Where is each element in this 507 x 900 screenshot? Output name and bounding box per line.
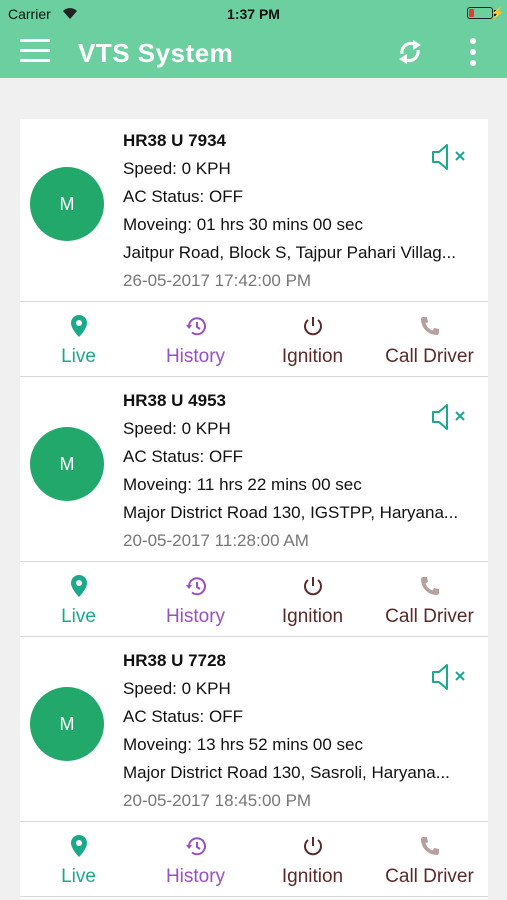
- power-icon: [303, 577, 322, 596]
- vehicle-list: M HR38 U 7934 Speed: 0 KPH AC Status: OF…: [20, 119, 488, 899]
- refresh-icon[interactable]: [394, 36, 426, 68]
- avatar: M: [30, 167, 104, 241]
- speed-text: Speed: 0 KPH: [123, 159, 231, 178]
- vehicle-plate: HR38 U 7934: [123, 131, 227, 150]
- app-bar: VTS System: [0, 28, 507, 78]
- history-icon: [185, 317, 206, 336]
- vehicle-card[interactable]: M HR38 U 4953 Speed: 0 KPH AC Status: OF…: [20, 379, 488, 639]
- vehicle-info[interactable]: M HR38 U 4953 Speed: 0 KPH AC Status: OF…: [20, 379, 488, 562]
- avatar: M: [30, 427, 104, 501]
- status-time: 1:37 PM: [227, 6, 280, 22]
- avatar: M: [30, 687, 104, 761]
- ignition-label: Ignition: [281, 606, 344, 627]
- ignition-label: Ignition: [281, 866, 344, 887]
- charging-icon: ⚡: [490, 6, 505, 20]
- moving-duration-text: Moveing: 11 hrs 22 mins 00 sec: [123, 475, 362, 494]
- vehicle-plate: HR38 U 7728: [123, 651, 227, 670]
- call-driver-label: Call Driver: [385, 606, 474, 627]
- history-button[interactable]: History: [137, 302, 254, 377]
- live-label: Live: [61, 346, 96, 367]
- address-text: Jaitpur Road, Block S, Tajpur Pahari Vil…: [123, 243, 456, 262]
- live-label: Live: [61, 606, 96, 627]
- speaker-mute-icon[interactable]: [430, 141, 470, 173]
- timestamp-text: 20-05-2017 11:28:00 AM: [123, 531, 309, 550]
- app-title: VTS System: [78, 38, 234, 68]
- ac-status-text: AC Status: OFF: [123, 187, 243, 206]
- address-text: Major District Road 130, IGSTPP, Haryana…: [123, 503, 459, 522]
- status-bar: Carrier 1:37 PM ⚡: [0, 0, 507, 28]
- ignition-button[interactable]: Ignition: [254, 822, 371, 897]
- location-pin-icon: [70, 315, 87, 337]
- history-label: History: [165, 346, 226, 367]
- call-driver-label: Call Driver: [385, 346, 474, 367]
- vehicle-info[interactable]: M HR38 U 7934 Speed: 0 KPH AC Status: OF…: [20, 119, 488, 302]
- history-button[interactable]: History: [137, 822, 254, 897]
- vehicle-plate: HR38 U 4953: [123, 391, 227, 410]
- history-label: History: [165, 866, 226, 887]
- timestamp-text: 26-05-2017 17:42:00 PM: [123, 271, 312, 290]
- timestamp-text: 20-05-2017 18:45:00 PM: [123, 791, 312, 810]
- history-label: History: [165, 606, 226, 627]
- ac-status-text: AC Status: OFF: [123, 447, 243, 466]
- moving-duration-text: Moveing: 01 hrs 30 mins 00 sec: [123, 215, 364, 234]
- live-button[interactable]: Live: [20, 822, 137, 897]
- phone-icon: [420, 577, 439, 595]
- ignition-button[interactable]: Ignition: [254, 562, 371, 637]
- vehicle-card[interactable]: M HR38 U 7934 Speed: 0 KPH AC Status: OF…: [20, 119, 488, 379]
- location-pin-icon: [70, 575, 87, 597]
- moving-duration-text: Moveing: 13 hrs 52 mins 00 sec: [123, 735, 364, 754]
- action-bar: Live History Ignition Call Driver: [20, 562, 488, 637]
- live-label: Live: [61, 866, 96, 887]
- history-icon: [185, 837, 206, 856]
- live-button[interactable]: Live: [20, 562, 137, 637]
- live-button[interactable]: Live: [20, 302, 137, 377]
- call-driver-button[interactable]: Call Driver: [371, 822, 488, 897]
- history-button[interactable]: History: [137, 562, 254, 637]
- vehicle-info[interactable]: M HR38 U 7728 Speed: 0 KPH AC Status: OF…: [20, 639, 488, 822]
- action-bar: Live History Ignition Call Driver: [20, 822, 488, 897]
- ac-status-text: AC Status: OFF: [123, 707, 243, 726]
- ignition-label: Ignition: [281, 346, 344, 367]
- phone-icon: [420, 317, 439, 335]
- location-pin-icon: [70, 835, 87, 857]
- history-icon: [185, 577, 206, 596]
- speaker-mute-icon[interactable]: [430, 401, 470, 433]
- power-icon: [303, 837, 322, 856]
- call-driver-button[interactable]: Call Driver: [371, 302, 488, 377]
- speed-text: Speed: 0 KPH: [123, 679, 231, 698]
- phone-icon: [420, 837, 439, 855]
- address-text: Major District Road 130, Sasroli, Haryan…: [123, 763, 450, 782]
- speed-text: Speed: 0 KPH: [123, 419, 231, 438]
- more-vert-icon[interactable]: [466, 38, 480, 68]
- call-driver-button[interactable]: Call Driver: [371, 562, 488, 637]
- menu-icon[interactable]: [20, 39, 50, 67]
- call-driver-label: Call Driver: [385, 866, 474, 887]
- power-icon: [303, 317, 322, 336]
- action-bar: Live History Ignition Call Driver: [20, 302, 488, 377]
- vehicle-card[interactable]: M HR38 U 7728 Speed: 0 KPH AC Status: OF…: [20, 639, 488, 899]
- speaker-mute-icon[interactable]: [430, 661, 470, 693]
- ignition-button[interactable]: Ignition: [254, 302, 371, 377]
